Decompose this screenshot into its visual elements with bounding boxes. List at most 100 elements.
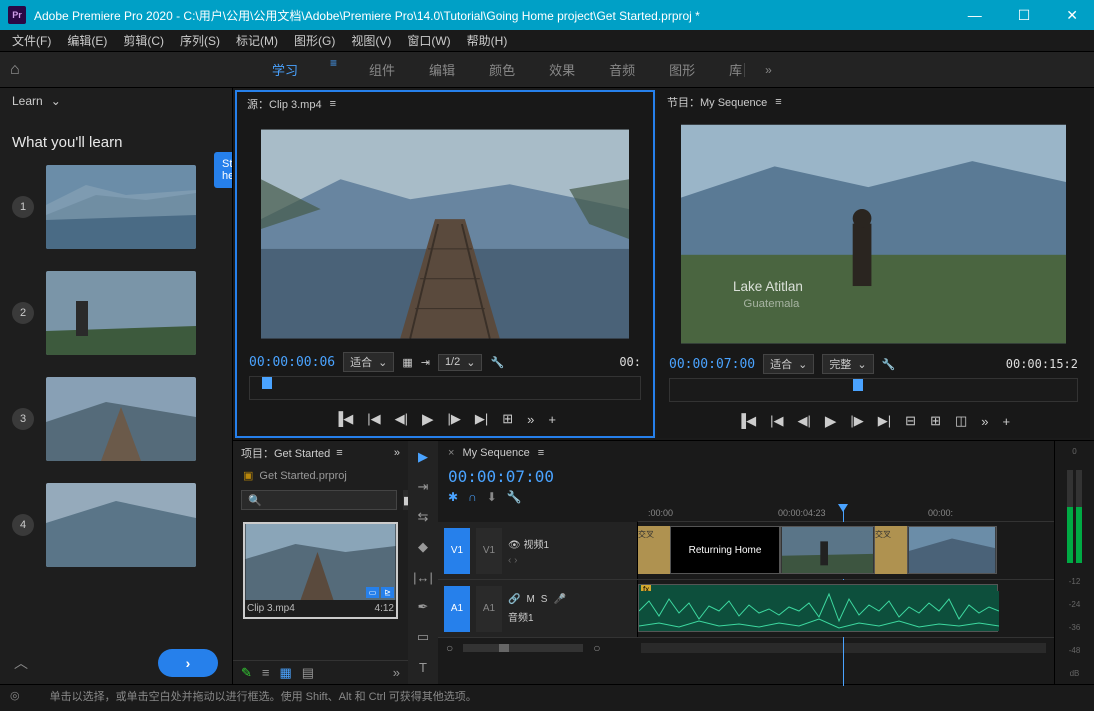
resolution-dropdown[interactable]: 1/2 ⌄ [438, 354, 483, 371]
step-fwd-icon[interactable]: |▶ [850, 413, 863, 429]
workspace-effects[interactable]: 效果 [547, 56, 577, 83]
step-back-icon[interactable]: ◀| [395, 411, 408, 427]
toggle-output-icon[interactable]: 👁 [508, 540, 521, 551]
settings-icon[interactable]: 🔧 [507, 490, 522, 504]
chevron-down-icon[interactable]: ⌄ [51, 94, 61, 108]
zoom-slider[interactable] [463, 644, 583, 652]
workspace-audio[interactable]: 音频 [607, 56, 637, 83]
step-fwd-icon[interactable]: |▶ [448, 411, 461, 427]
add-button-icon[interactable]: + [1003, 414, 1011, 429]
close-button[interactable]: ✕ [1058, 5, 1086, 26]
program-video[interactable]: Lake AtitlanGuatemala [681, 120, 1066, 348]
source-patch-a1[interactable]: A1 [444, 586, 470, 632]
sequence-name[interactable]: My Sequence [462, 447, 529, 459]
goto-in-icon[interactable]: |◀ [770, 413, 783, 429]
wrench-icon[interactable]: 🔧 [490, 356, 504, 369]
time-ruler[interactable]: :00:00 00:00:04:23 00:00: [638, 506, 1054, 522]
pen-tool-icon[interactable]: ✒ [413, 597, 433, 617]
menu-help[interactable]: 帮助(H) [461, 30, 514, 51]
panel-menu-icon[interactable]: ≡ [336, 447, 342, 459]
overflow-icon[interactable]: » [981, 414, 988, 429]
transition-clip[interactable]: 交叉 [875, 526, 907, 574]
workspace-overflow-icon[interactable]: » [765, 63, 772, 77]
type-tool-icon[interactable]: T [413, 657, 433, 677]
search-input[interactable] [241, 490, 397, 510]
panel-menu-icon[interactable]: ≡ [775, 96, 781, 108]
menu-sequence[interactable]: 序列(S) [174, 30, 226, 51]
ripple-tool-icon[interactable]: ⇆ [413, 507, 433, 527]
workspace-graphics[interactable]: 图形 [667, 56, 697, 83]
freeform-view-icon[interactable]: ▤ [302, 665, 314, 681]
lesson-item[interactable]: 2 [12, 271, 220, 355]
source-video[interactable] [261, 122, 629, 346]
goto-in-icon[interactable]: |◀ [367, 411, 380, 427]
pen-icon[interactable]: ✎ [241, 665, 252, 681]
project-clip[interactable]: ▭⊵ Clip 3.mp44:12 [243, 522, 398, 619]
source-timecode[interactable]: 00:00:00:06 [249, 355, 335, 370]
track-content[interactable]: fx L [638, 580, 1054, 637]
minimize-button[interactable]: — [960, 5, 990, 26]
quality-dropdown[interactable]: 完整 ⌄ [822, 354, 873, 374]
workspace-assembly[interactable]: 组件 [367, 56, 397, 83]
snap-icon[interactable]: ✱ [448, 490, 458, 504]
workspace-libraries[interactable]: 库 [727, 56, 744, 83]
hamburger-icon[interactable]: ≡ [330, 56, 337, 83]
program-scrubber[interactable] [669, 378, 1078, 402]
video-clip[interactable] [907, 526, 997, 574]
lesson-item[interactable]: 4 [12, 483, 220, 567]
marker-icon[interactable]: ⬇ [487, 490, 497, 504]
mute-button[interactable]: M [526, 594, 534, 605]
track-target-v1[interactable]: V1 [476, 528, 502, 574]
slip-tool-icon[interactable]: |↔| [413, 567, 433, 587]
transition-clip[interactable]: 交叉 [638, 526, 670, 574]
collapse-icon[interactable]: ︿ [14, 653, 28, 673]
menu-view[interactable]: 视图(V) [345, 30, 397, 51]
mark-in-icon[interactable]: ▐◀ [737, 413, 756, 429]
panel-menu-icon[interactable]: ≡ [538, 447, 544, 459]
overflow-icon[interactable]: » [527, 412, 534, 427]
track-select-tool-icon[interactable]: ⇥ [413, 477, 433, 497]
timeline-timecode[interactable]: 00:00:07:00 [448, 467, 554, 486]
extract-icon[interactable]: ⊞ [930, 413, 941, 429]
lesson-item[interactable]: 3 [12, 377, 220, 461]
icon-view-icon[interactable]: ▦ [280, 665, 292, 681]
selection-tool-icon[interactable]: ▶ [413, 447, 433, 467]
audio-clip[interactable]: fx L [638, 584, 998, 632]
lift-icon[interactable]: ⊟ [905, 413, 916, 429]
mark-in-icon[interactable]: ▐◀ [334, 411, 353, 427]
hand-tool-icon[interactable]: ▭ [413, 627, 433, 647]
menu-clip[interactable]: 剪辑(C) [117, 30, 170, 51]
insert-icon[interactable]: ⊞ [502, 411, 513, 427]
wrench-icon[interactable]: 🔧 [882, 358, 896, 371]
goto-out-icon[interactable]: ▶| [878, 413, 891, 429]
fit-dropdown[interactable]: 适合 ⌄ [343, 352, 394, 372]
voiceover-icon[interactable]: 🎤 [553, 594, 565, 605]
solo-button[interactable]: S [541, 594, 548, 605]
title-clip[interactable]: Returning Home [670, 526, 780, 574]
next-button[interactable]: › [158, 649, 218, 677]
list-view-icon[interactable]: ≡ [262, 665, 270, 680]
play-button[interactable]: ▶ [825, 412, 837, 430]
goto-out-icon[interactable]: ▶| [475, 411, 488, 427]
workspace-learn[interactable]: 学习 [270, 56, 300, 83]
add-button-icon[interactable]: + [548, 412, 556, 427]
linked-selection-icon[interactable]: ∩ [468, 490, 477, 504]
close-icon[interactable]: × [448, 447, 454, 459]
zoom-out-icon[interactable]: ○ [446, 641, 453, 655]
program-timecode[interactable]: 00:00:07:00 [669, 357, 755, 372]
coach-tooltip[interactable]: St he [214, 152, 232, 188]
track-target-a1[interactable]: A1 [476, 586, 502, 632]
markers-icon[interactable]: ⇥ [421, 356, 430, 369]
workspace-editing[interactable]: 编辑 [427, 56, 457, 83]
step-back-icon[interactable]: ◀| [797, 413, 810, 429]
settings-icon[interactable]: ▦ [402, 356, 412, 369]
lesson-item[interactable]: 1 [12, 165, 220, 249]
menu-graphics[interactable]: 图形(G) [288, 30, 341, 51]
play-button[interactable]: ▶ [422, 410, 434, 428]
overflow-icon[interactable]: » [393, 665, 400, 680]
panel-menu-icon[interactable]: ≡ [330, 98, 336, 110]
overflow-icon[interactable]: » [394, 447, 400, 459]
source-scrubber[interactable] [249, 376, 641, 400]
home-icon[interactable]: ⌂ [10, 61, 40, 79]
menu-window[interactable]: 窗口(W) [401, 30, 456, 51]
